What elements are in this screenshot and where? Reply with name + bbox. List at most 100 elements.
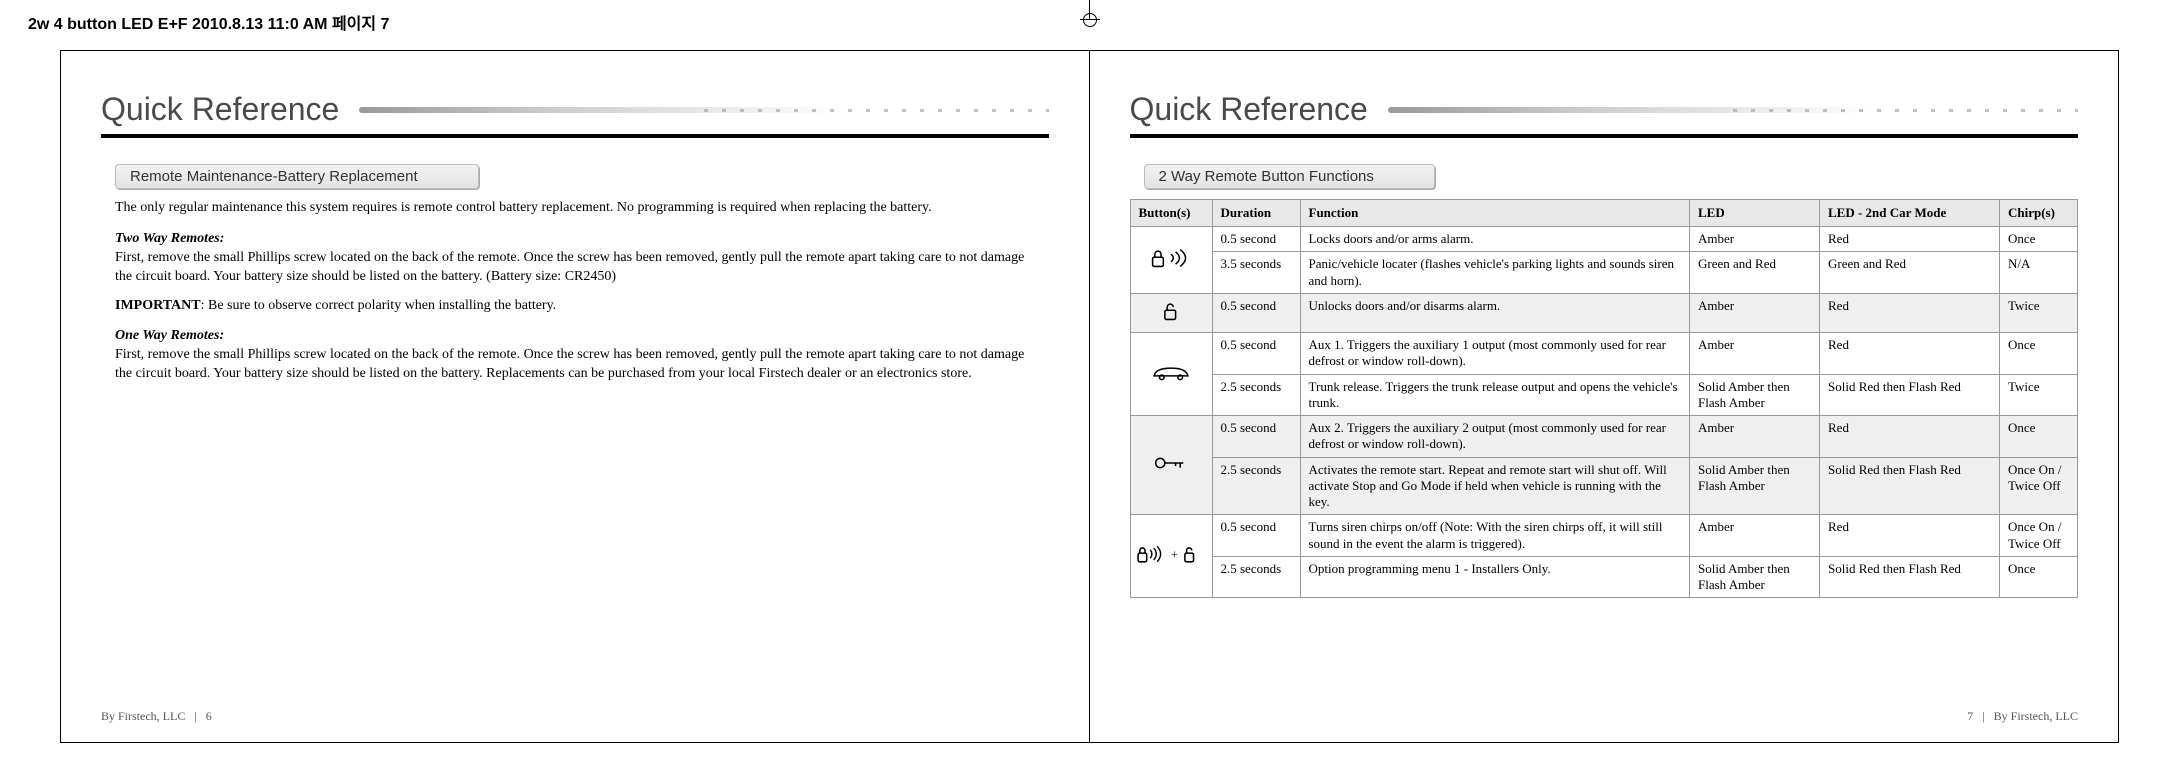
cell-function: Activates the remote start. Repeat and r… <box>1300 457 1690 515</box>
cell-chirp: Once On / Twice Off <box>2000 457 2078 515</box>
cell-led2: Green and Red <box>1820 252 2000 294</box>
table-row: 0.5 second Aux 2. Triggers the auxiliary… <box>1130 416 2078 458</box>
cell-chirp: Once <box>2000 416 2078 458</box>
cell-chirp: Once On / Twice Off <box>2000 515 2078 557</box>
th-duration: Duration <box>1212 200 1300 227</box>
title-row: Quick Reference <box>101 91 1049 128</box>
cell-duration: 0.5 second <box>1212 515 1300 557</box>
cell-led2: Red <box>1820 293 2000 332</box>
section-tab: Remote Maintenance-Battery Replacement <box>115 164 479 189</box>
cell-led: Solid Amber then Flash Amber <box>1690 457 1820 515</box>
cell-chirp: Once <box>2000 333 2078 375</box>
cell-function: Locks doors and/or arms alarm. <box>1300 227 1690 252</box>
table-header-row: Button(s) Duration Function LED LED - 2n… <box>1130 200 2078 227</box>
cell-led2: Red <box>1820 515 2000 557</box>
cell-chirp: N/A <box>2000 252 2078 294</box>
cell-led: Solid Amber then Flash Amber <box>1690 556 1820 598</box>
title-row: Quick Reference <box>1130 91 2079 128</box>
crop-mark-icon <box>1070 0 1110 40</box>
cell-led2: Red <box>1820 416 2000 458</box>
divider <box>101 134 1049 138</box>
title-rule-icon <box>359 103 1048 117</box>
th-led2: LED - 2nd Car Mode <box>1820 200 2000 227</box>
footer-by: By Firstech, LLC <box>101 709 185 723</box>
lock-sound-icon <box>1148 245 1194 271</box>
body-text: The only regular maintenance this system… <box>101 199 1049 384</box>
cell-duration: 0.5 second <box>1212 333 1300 375</box>
table-row: 3.5 seconds Panic/vehicle locater (flash… <box>1130 252 2078 294</box>
cell-duration: 2.5 seconds <box>1212 374 1300 416</box>
footer-left: By Firstech, LLC | 6 <box>101 709 212 724</box>
cell-led2: Solid Red then Flash Red <box>1820 374 2000 416</box>
page-title: Quick Reference <box>101 91 339 128</box>
button-cell: + <box>1130 515 1212 598</box>
cell-led: Amber <box>1690 293 1820 332</box>
cell-function: Option programming menu 1 - Installers O… <box>1300 556 1690 598</box>
footer-page: 6 <box>206 709 212 723</box>
button-cell <box>1130 416 1212 515</box>
cell-led2: Solid Red then Flash Red <box>1820 556 2000 598</box>
th-chirp: Chirp(s) <box>2000 200 2078 227</box>
cell-function: Aux 1. Triggers the auxiliary 1 output (… <box>1300 333 1690 375</box>
cell-duration: 2.5 seconds <box>1212 457 1300 515</box>
page-right: Quick Reference 2 Way Remote Button Func… <box>1090 51 2119 742</box>
table-row: + 0.5 second Turns siren chirps on/off (… <box>1130 515 2078 557</box>
cell-chirp: Twice <box>2000 293 2078 332</box>
page-title: Quick Reference <box>1130 91 1368 128</box>
cell-led2: Solid Red then Flash Red <box>1820 457 2000 515</box>
th-led: LED <box>1690 200 1820 227</box>
table-row: 0.5 second Locks doors and/or arms alarm… <box>1130 227 2078 252</box>
footer-page: 7 <box>1967 709 1973 723</box>
cell-chirp: Twice <box>2000 374 2078 416</box>
footer-sep: | <box>194 709 196 723</box>
th-buttons: Button(s) <box>1130 200 1212 227</box>
unlock-icon <box>1148 298 1194 324</box>
footer-sep: | <box>1982 709 1984 723</box>
footer-right: 7 | By Firstech, LLC <box>1967 709 2078 724</box>
cell-chirp: Once <box>2000 227 2078 252</box>
divider <box>1130 134 2079 138</box>
cell-led: Solid Amber then Flash Amber <box>1690 374 1820 416</box>
button-functions-table: Button(s) Duration Function LED LED - 2n… <box>1130 199 2079 598</box>
one-way-body: First, remove the small Phillips screw l… <box>115 346 1029 384</box>
two-way-heading: Two Way Remotes: <box>115 230 1029 249</box>
car-icon <box>1148 359 1194 385</box>
button-cell <box>1130 227 1212 294</box>
table-row: 2.5 seconds Activates the remote start. … <box>1130 457 2078 515</box>
footer-by: By Firstech, LLC <box>1994 709 2078 723</box>
cell-led: Amber <box>1690 515 1820 557</box>
button-cell <box>1130 333 1212 416</box>
cell-chirp: Once <box>2000 556 2078 598</box>
key-icon <box>1148 450 1194 476</box>
table-row: 2.5 seconds Trunk release. Triggers the … <box>1130 374 2078 416</box>
cell-function: Panic/vehicle locater (flashes vehicle's… <box>1300 252 1690 294</box>
cell-duration: 0.5 second <box>1212 227 1300 252</box>
cell-duration: 3.5 seconds <box>1212 252 1300 294</box>
title-rule-icon <box>1388 103 2078 117</box>
cell-led2: Red <box>1820 227 2000 252</box>
cell-duration: 2.5 seconds <box>1212 556 1300 598</box>
print-header: 2w 4 button LED E+F 2010.8.13 11:0 AM 페이… <box>28 10 389 34</box>
section-tab: 2 Way Remote Button Functions <box>1144 164 1435 189</box>
cell-duration: 0.5 second <box>1212 416 1300 458</box>
two-way-important: IMPORTANT: Be sure to observe correct po… <box>115 297 1029 316</box>
lock-sound-plus-unlock-icon: + <box>1136 541 1206 567</box>
cell-led: Green and Red <box>1690 252 1820 294</box>
page-left: Quick Reference Remote Maintenance-Batte… <box>61 51 1090 742</box>
cell-led2: Red <box>1820 333 2000 375</box>
intro-text: The only regular maintenance this system… <box>115 199 1029 218</box>
important-text: : Be sure to observe correct polarity wh… <box>201 298 557 313</box>
th-function: Function <box>1300 200 1690 227</box>
one-way-heading: One Way Remotes: <box>115 327 1029 346</box>
two-way-body: First, remove the small Phillips screw l… <box>115 249 1029 287</box>
svg-text:+: + <box>1171 547 1178 561</box>
table-row: 0.5 second Unlocks doors and/or disarms … <box>1130 293 2078 332</box>
spread-frame: Quick Reference Remote Maintenance-Batte… <box>60 50 2119 743</box>
cell-function: Turns siren chirps on/off (Note: With th… <box>1300 515 1690 557</box>
cell-function: Trunk release. Triggers the trunk releas… <box>1300 374 1690 416</box>
important-label: IMPORTANT <box>115 298 201 313</box>
button-cell <box>1130 293 1212 332</box>
cell-duration: 0.5 second <box>1212 293 1300 332</box>
cell-led: Amber <box>1690 416 1820 458</box>
cell-led: Amber <box>1690 333 1820 375</box>
